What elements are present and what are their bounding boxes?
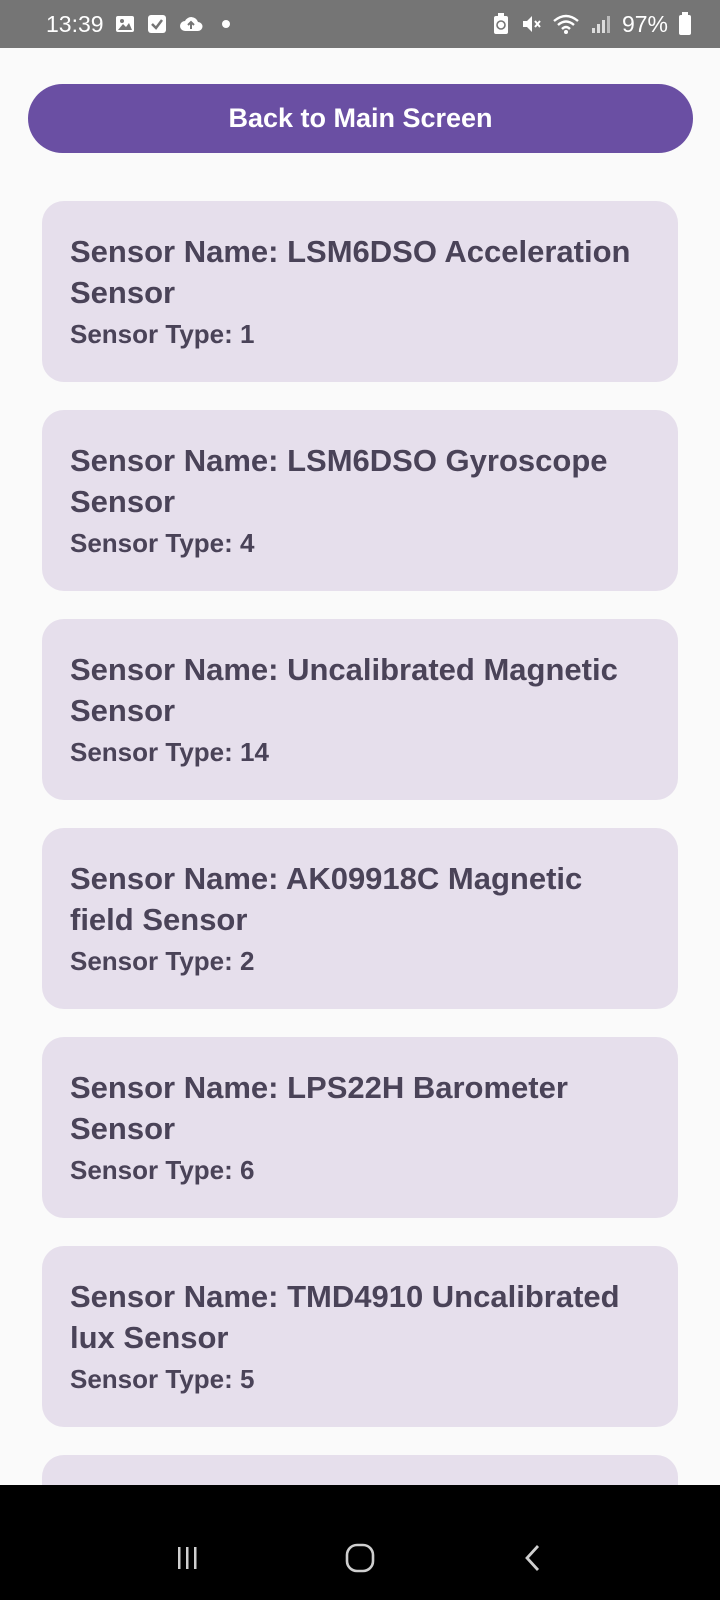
recent-apps-icon[interactable] <box>157 1528 217 1588</box>
cloud-upload-icon <box>178 13 204 35</box>
wifi-icon <box>552 13 580 35</box>
sensor-type: Sensor Type: 5 <box>70 1364 255 1394</box>
sensor-type: Sensor Type: 14 <box>70 737 269 767</box>
gallery-icon <box>114 13 136 35</box>
sensor-card[interactable]: Sensor Name: LPS22H Barometer Sensor Sen… <box>42 1037 678 1218</box>
bottom-gap <box>0 1485 720 1515</box>
sensor-type: Sensor Type: 1 <box>70 319 255 349</box>
sensor-name: Sensor Name: LPS22H Barometer Sensor <box>70 1070 568 1146</box>
sensor-card[interactable]: Sensor Name: Uncalibrated Magnetic Senso… <box>42 619 678 800</box>
back-to-main-button[interactable]: Back to Main Screen <box>28 84 693 153</box>
home-icon[interactable] <box>330 1528 390 1588</box>
battery-percent: 97% <box>621 10 668 37</box>
battery-icon <box>678 12 692 36</box>
sensor-type: Sensor Type: 2 <box>70 946 255 976</box>
sensor-list[interactable]: Sensor Name: LSM6DSO Acceleration Sensor… <box>42 201 678 1485</box>
status-right: 97% <box>492 11 692 38</box>
sensor-card[interactable]: Sensor Name: AK09918C Magnetic field Sen… <box>42 828 678 1009</box>
battery-saver-icon <box>492 12 510 36</box>
sensor-name: Sensor Name: LSM6DSO Acceleration Sensor <box>70 234 631 310</box>
sensor-name: Sensor Name: Uncalibrated Magnetic Senso… <box>70 652 618 728</box>
sensor-card[interactable]: Sensor Name: LSM6DSO Acceleration Sensor… <box>42 201 678 382</box>
sensor-card[interactable]: Sensor Name: LSM6DSO Gyroscope Sensor Se… <box>42 410 678 591</box>
sensor-name: Sensor Name: TMD4910 Uncalibrated lux Se… <box>70 1279 620 1355</box>
sensor-name: Sensor Name: AK09918C Magnetic field Sen… <box>70 861 583 937</box>
mute-icon <box>520 13 542 35</box>
navigation-bar <box>0 1515 720 1600</box>
back-icon[interactable] <box>503 1528 563 1588</box>
checkbox-icon <box>146 13 168 35</box>
dot-icon <box>221 20 230 28</box>
status-bar: 13:39 97% <box>0 0 720 48</box>
main-content[interactable]: Back to Main Screen Sensor Name: LSM6DSO… <box>0 48 720 1485</box>
signal-icon <box>590 13 612 35</box>
sensor-card[interactable]: Sensor Name: TMD4910 Uncalibrated lux Se… <box>42 1246 678 1427</box>
sensor-name: Sensor Name: LSM6DSO Gyroscope Sensor <box>70 443 608 519</box>
clock: 13:39 <box>46 10 104 37</box>
status-left: 13:39 <box>46 11 230 38</box>
sensor-card-partial[interactable] <box>42 1455 678 1485</box>
sensor-type: Sensor Type: 6 <box>70 1155 255 1185</box>
sensor-type: Sensor Type: 4 <box>70 528 255 558</box>
